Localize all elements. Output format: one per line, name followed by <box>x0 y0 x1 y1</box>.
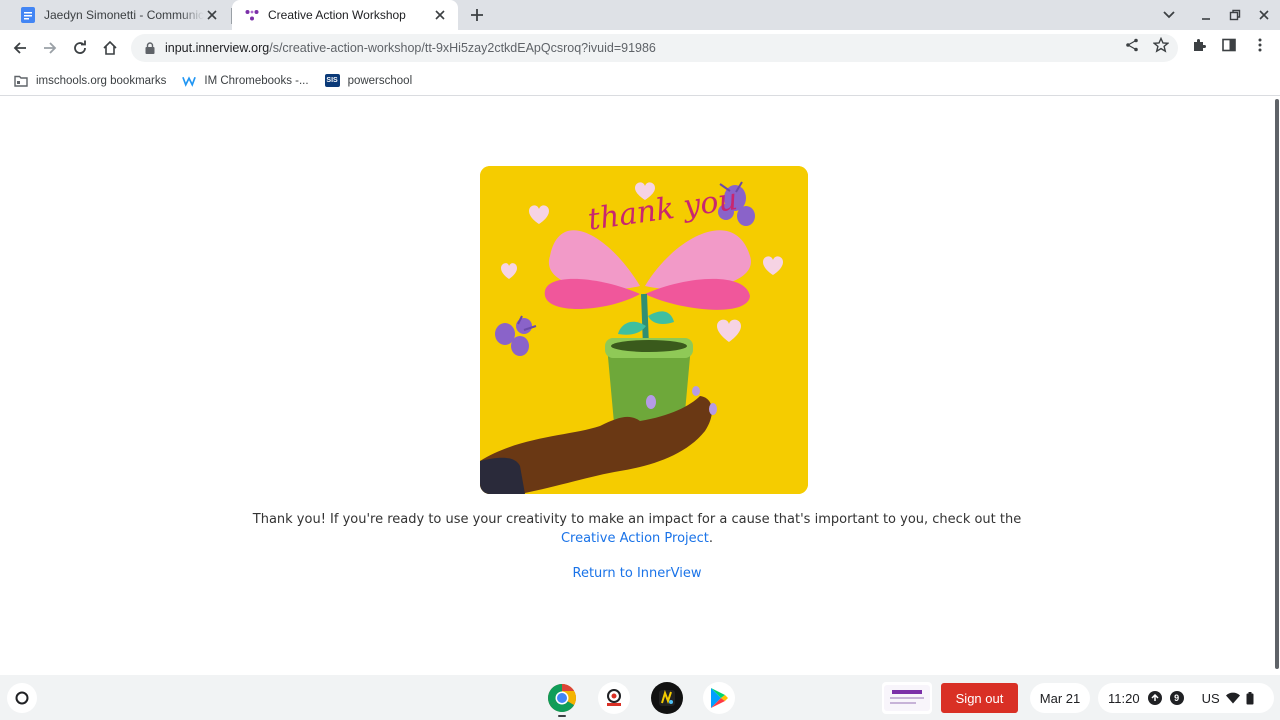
message-text: Thank you! If you're ready to use your c… <box>252 512 1022 527</box>
reload-button[interactable] <box>68 36 92 60</box>
lock-icon[interactable] <box>143 41 157 55</box>
date-tray[interactable]: Mar 21 <box>1030 683 1090 713</box>
home-button[interactable] <box>98 36 122 60</box>
bookmark-im-chromebooks[interactable]: IM Chromebooks -... <box>182 74 309 88</box>
close-icon[interactable] <box>432 7 448 23</box>
home-icon <box>103 40 117 55</box>
new-tab-button[interactable] <box>466 5 488 25</box>
weebly-icon <box>182 74 197 88</box>
upload-icon <box>1147 691 1162 705</box>
battery-icon <box>1246 691 1254 705</box>
sign-out-button[interactable]: Sign out <box>941 683 1018 713</box>
scrollbar-thumb[interactable] <box>1275 99 1279 669</box>
back-button[interactable] <box>8 36 32 60</box>
share-icon[interactable] <box>1123 36 1141 54</box>
wifi-icon <box>1225 692 1240 704</box>
date-label: Mar 21 <box>1039 690 1081 706</box>
bookmarks-bar: imschools.org bookmarks IM Chromebooks -… <box>0 66 1280 96</box>
draw-app-icon[interactable] <box>651 682 683 714</box>
status-tray[interactable]: 11:20 9 US <box>1098 683 1274 713</box>
close-window-button[interactable] <box>1254 5 1274 25</box>
time-label: 11:20 <box>1108 690 1140 706</box>
address-bar[interactable]: input.innerview.org/s/creative-action-wo… <box>131 34 1178 62</box>
url-path: /s/creative-action-workshop/tt-9xHi5zay2… <box>269 41 656 55</box>
bookmark-label: imschools.org bookmarks <box>36 74 167 87</box>
innerview-icon <box>244 7 260 23</box>
notification-count-badge: 9 <box>1169 691 1184 705</box>
url-host: input.innerview.org <box>165 41 270 55</box>
play-store-icon[interactable] <box>703 682 735 714</box>
bookmark-label: powerschool <box>347 74 413 87</box>
extensions-icon[interactable] <box>1190 36 1208 54</box>
folder-icon <box>14 74 28 88</box>
arrow-left-icon <box>13 42 26 54</box>
minimize-icon <box>1202 18 1210 20</box>
plus-icon <box>471 9 483 21</box>
input-method-label: US <box>1201 690 1220 706</box>
running-indicator <box>558 715 566 717</box>
minimize-button[interactable] <box>1196 5 1216 25</box>
close-icon[interactable] <box>204 7 220 23</box>
return-to-innerview-link[interactable]: Return to InnerView <box>537 566 737 581</box>
arrow-right-icon <box>44 42 57 54</box>
bookmark-imschools[interactable]: imschools.org bookmarks <box>14 74 166 88</box>
launcher-icon <box>15 691 29 705</box>
tab-strip: Jaedyn Simonetti - Communicat Creative A… <box>0 0 1280 30</box>
close-icon <box>1259 10 1269 20</box>
bookmark-label: IM Chromebooks -... <box>204 74 309 87</box>
browser-toolbar: input.innerview.org/s/creative-action-wo… <box>0 30 1280 66</box>
tab-title: Jaedyn Simonetti - Communicat <box>44 8 204 22</box>
thank-you-illustration: thank you <box>480 166 808 494</box>
side-panel-icon[interactable] <box>1220 36 1238 54</box>
holding-space-thumbnail[interactable] <box>882 682 932 714</box>
tab-creative-action-workshop[interactable]: Creative Action Workshop <box>232 0 458 30</box>
more-menu-icon[interactable] <box>1251 36 1269 54</box>
reload-icon <box>74 40 86 54</box>
restore-icon <box>1229 9 1241 21</box>
chromeos-shelf: Sign out Mar 21 11:20 9 US <box>0 675 1280 720</box>
message-period: . <box>708 531 714 546</box>
bookmark-powerschool[interactable]: SIS powerschool <box>324 74 413 87</box>
screen-recorder-app-icon[interactable] <box>598 682 630 714</box>
thank-you-card-image: thank you <box>480 166 808 494</box>
creative-action-project-link[interactable]: Creative Action Project <box>561 531 709 546</box>
page-content: thank you Thank you! If you're ready to … <box>0 97 1274 675</box>
bookmark-star-icon[interactable] <box>1152 36 1170 54</box>
tab-docs[interactable]: Jaedyn Simonetti - Communicat <box>8 0 230 30</box>
thank-you-message: Thank you! If you're ready to use your c… <box>237 510 1037 548</box>
launcher-button[interactable] <box>7 683 37 713</box>
chevron-down-icon <box>1163 11 1175 19</box>
chrome-app-icon[interactable] <box>546 682 578 714</box>
google-docs-icon <box>20 7 36 23</box>
vertical-scrollbar[interactable] <box>1274 97 1280 675</box>
tab-search-button[interactable] <box>1159 5 1179 25</box>
restore-button[interactable] <box>1225 5 1245 25</box>
sis-icon-text: SIS <box>326 77 338 84</box>
tab-title: Creative Action Workshop <box>268 8 406 22</box>
sis-icon: SIS <box>324 74 340 87</box>
forward-button[interactable] <box>38 36 62 60</box>
